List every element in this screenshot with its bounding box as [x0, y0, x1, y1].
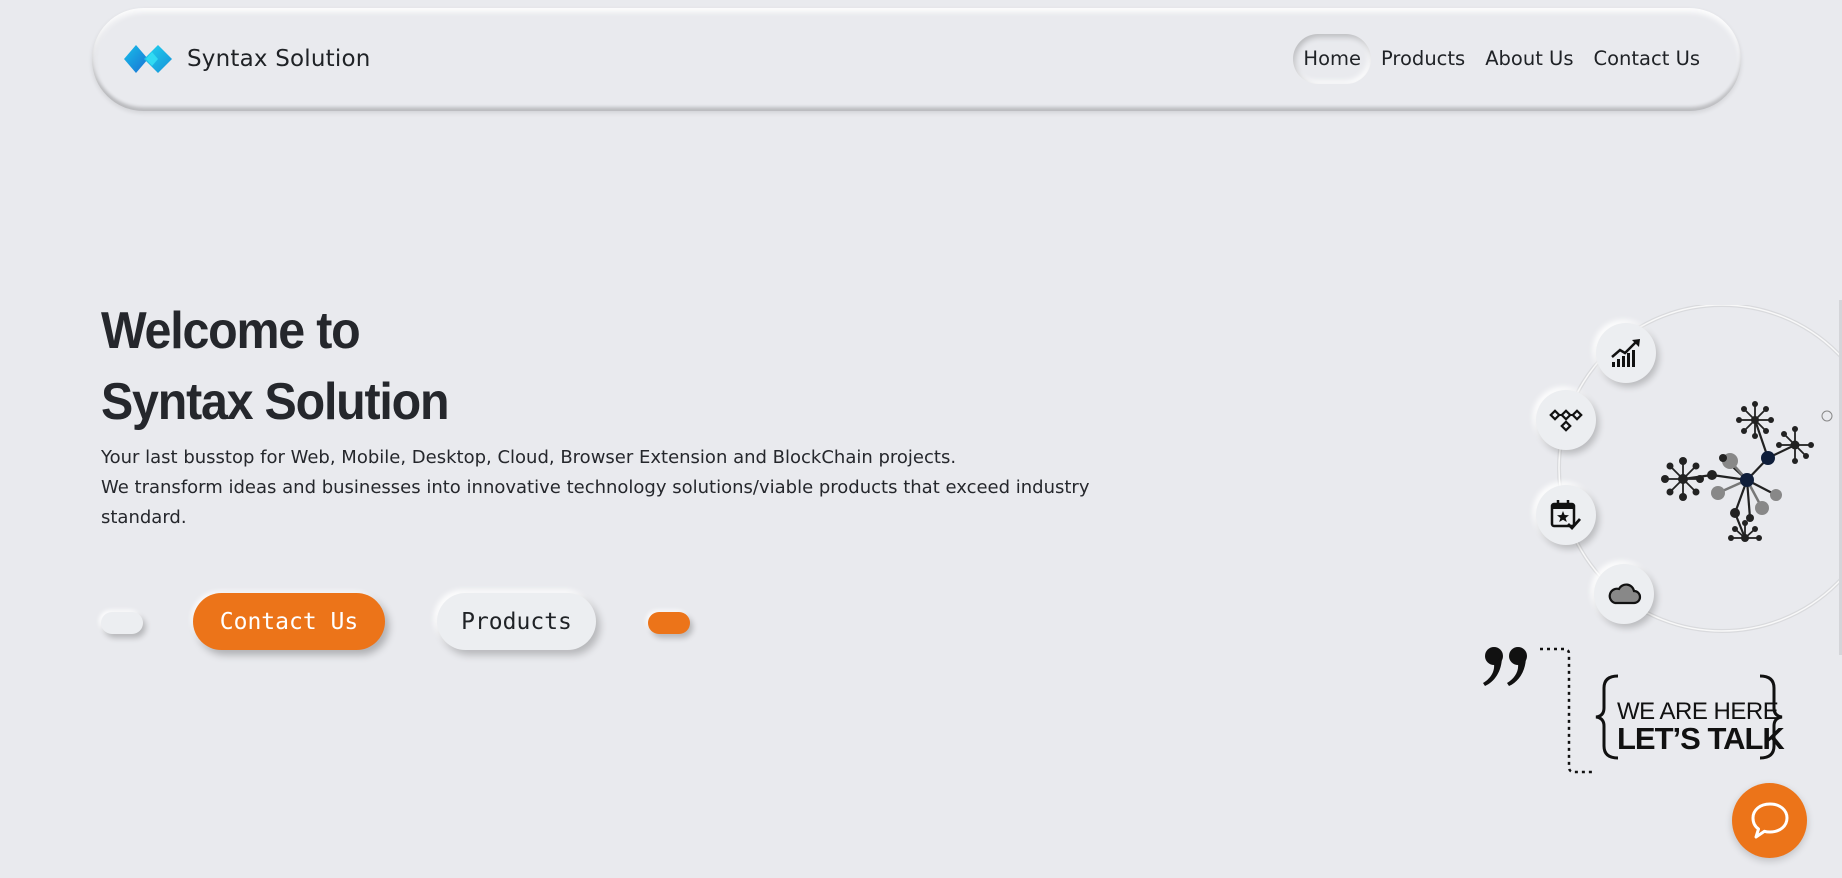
hero-title: Welcome to Syntax Solution — [101, 296, 449, 438]
hero-description-line-2: We transform ideas and businesses into i… — [101, 477, 1090, 528]
hero-title-line-2: Syntax Solution — [101, 373, 449, 431]
nav-link-contact-us[interactable]: Contact Us — [1584, 34, 1711, 84]
service-analytics-bubble — [1596, 323, 1656, 383]
nav-link-about-us[interactable]: About Us — [1475, 34, 1583, 84]
brand-name: Syntax Solution — [187, 46, 371, 72]
service-scheduling-bubble — [1536, 485, 1596, 545]
main-nav: Home Products About Us Contact Us — [1293, 34, 1710, 84]
nav-link-home[interactable]: Home — [1293, 34, 1371, 84]
chart-growth-icon — [1611, 339, 1640, 367]
chat-button[interactable] — [1732, 783, 1807, 858]
hero-description: Your last busstop for Web, Mobile, Deskt… — [101, 443, 1091, 533]
hero-title-line-1: Welcome to — [101, 302, 361, 360]
lets-talk-tagline: WE ARE HERE LET’S TALK — [1617, 700, 1785, 756]
products-button[interactable]: Products — [437, 593, 596, 650]
cloud-icon — [1608, 583, 1642, 605]
network-hub-icon — [1661, 401, 1814, 542]
nav-link-products[interactable]: Products — [1371, 34, 1475, 84]
calendar-star-icon — [1550, 500, 1582, 531]
hero-description-line-1: Your last busstop for Web, Mobile, Deskt… — [101, 447, 957, 468]
brand[interactable]: Syntax Solution — [124, 43, 371, 75]
navbar: Syntax Solution Home Products About Us C… — [92, 8, 1741, 111]
blockchain-nodes-icon — [1549, 409, 1583, 432]
decorative-pill-right — [648, 612, 690, 634]
quote-mark-icon — [1483, 647, 1527, 686]
service-cloud-bubble — [1594, 564, 1654, 624]
decorative-pill-left — [101, 612, 143, 634]
contact-us-button[interactable]: Contact Us — [193, 593, 385, 650]
services-illustration — [1520, 305, 1842, 655]
service-blockchain-bubble — [1536, 390, 1596, 450]
chat-bubble-icon — [1751, 802, 1788, 838]
diamond-logo-icon — [124, 45, 172, 73]
tagline-line-2: LET’S TALK — [1617, 721, 1785, 756]
